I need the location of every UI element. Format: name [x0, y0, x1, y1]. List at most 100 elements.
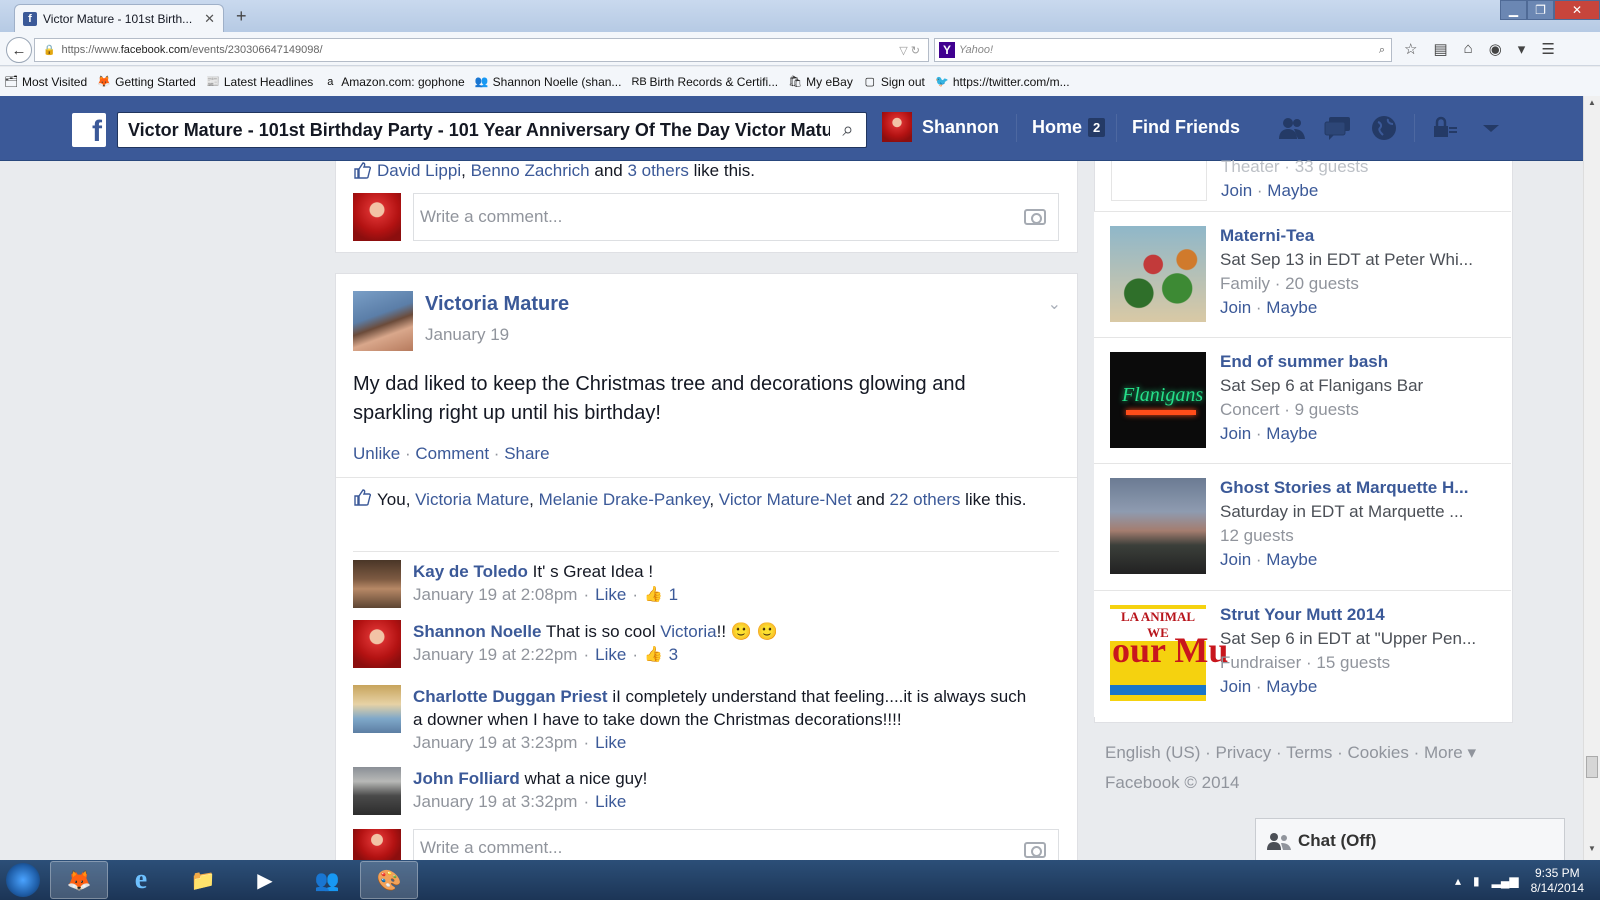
notifications-globe-icon[interactable] [1368, 114, 1400, 142]
event-thumbnail[interactable]: Flanigans [1110, 352, 1206, 448]
new-tab-button[interactable]: + [236, 6, 247, 27]
facebook-search-input[interactable]: Victor Mature - 101st Birthday Party - 1… [128, 120, 830, 141]
like-link[interactable]: Like [595, 731, 626, 754]
clock[interactable]: 9:35 PM 8/14/2014 [1531, 866, 1584, 896]
facebook-logo[interactable]: f [72, 113, 106, 147]
firefox-taskbar-icon[interactable]: 🦊 [50, 861, 108, 899]
internet-explorer-taskbar-icon[interactable]: e [112, 861, 170, 899]
comment-author[interactable]: Kay de Toledo [413, 562, 528, 581]
liker-link[interactable]: Benno Zachrich [471, 161, 590, 180]
bookmark-item[interactable]: 🐦 https://twitter.com/m... [935, 75, 1070, 89]
minimize-button[interactable]: ▁ [1500, 0, 1527, 20]
footer-link[interactable]: More ▾ [1424, 743, 1476, 762]
yahoo-icon[interactable]: Y [939, 42, 955, 58]
friend-requests-icon[interactable] [1276, 114, 1308, 142]
liker-link[interactable]: Melanie Drake-Pankey [539, 490, 710, 509]
comment-link[interactable]: Comment [415, 444, 489, 463]
like-count[interactable]: 1 [669, 583, 678, 606]
like-count[interactable]: 3 [669, 643, 678, 666]
home-link[interactable]: Home 2 [1032, 117, 1106, 138]
page-scrollbar[interactable]: ▲ ▼ [1583, 96, 1600, 860]
chevron-down-icon[interactable]: ⌄ [1048, 294, 1061, 314]
camera-icon[interactable] [1024, 842, 1046, 858]
find-friends-link[interactable]: Find Friends [1132, 117, 1240, 138]
share-link[interactable]: Share [504, 444, 549, 463]
bookmark-item[interactable]: 🗂 Most Visited [4, 75, 87, 89]
write-comment-input[interactable]: Write a comment... [413, 193, 1059, 241]
maximize-button[interactable]: ❐ [1527, 0, 1554, 20]
post-author[interactable]: Victoria Mature [425, 293, 569, 316]
bookmark-item[interactable]: RB Birth Records & Certifi... [631, 75, 778, 89]
maybe-link[interactable]: Maybe [1266, 424, 1317, 443]
liker-link[interactable]: Victor Mature-Net [719, 490, 852, 509]
commenter-avatar[interactable] [353, 767, 401, 815]
join-link[interactable]: Join [1220, 677, 1251, 696]
search-bar[interactable]: Y Yahoo! ⌕ [934, 38, 1392, 62]
event-name[interactable]: Strut Your Mutt 2014 [1220, 603, 1500, 627]
bookmark-item[interactable]: ▢ Sign out [863, 75, 925, 89]
liker-link[interactable]: David Lippi [377, 161, 461, 180]
address-bar[interactable]: 🔒 https://www.facebook.com/events/230306… [34, 38, 929, 62]
event-thumbnail[interactable] [1111, 161, 1207, 201]
file-explorer-taskbar-icon[interactable]: 📁 [174, 861, 232, 899]
bookmark-item[interactable]: 📰 Latest Headlines [206, 75, 313, 89]
liker-link[interactable]: Victoria Mature [415, 490, 529, 509]
maybe-link[interactable]: Maybe [1267, 181, 1318, 200]
event-name[interactable]: Ghost Stories at Marquette H... [1220, 476, 1500, 500]
event-name[interactable]: Materni-Tea [1220, 224, 1500, 248]
like-link[interactable]: Like [595, 583, 626, 606]
network-taskbar-icon[interactable]: 👥 [298, 861, 356, 899]
maybe-link[interactable]: Maybe [1266, 677, 1317, 696]
scroll-thumb[interactable] [1586, 756, 1598, 778]
post-date[interactable]: January 19 [425, 325, 509, 345]
comment-time[interactable]: January 19 at 2:08pm [413, 583, 577, 606]
profile-link[interactable]: Shannon [882, 112, 999, 142]
event-thumbnail[interactable]: LA ANIMAL WE our Mu [1110, 605, 1228, 701]
bookmark-item[interactable]: 🦊 Getting Started [97, 75, 196, 89]
mention-link[interactable]: Victoria [660, 622, 716, 641]
close-window-button[interactable]: ✕ [1554, 0, 1600, 20]
search-icon[interactable]: ⌕ [830, 119, 866, 142]
facebook-search[interactable]: Victor Mature - 101st Birthday Party - 1… [117, 112, 867, 148]
like-link[interactable]: Like [595, 643, 626, 666]
privacy-shortcuts-icon[interactable] [1429, 114, 1461, 142]
scroll-up-icon[interactable]: ▲ [1586, 98, 1598, 112]
footer-link[interactable]: English (US) [1105, 743, 1200, 762]
comment-author[interactable]: Shannon Noelle [413, 622, 541, 641]
join-link[interactable]: Join [1220, 550, 1251, 569]
media-player-taskbar-icon[interactable]: ▶ [236, 861, 294, 899]
comment-time[interactable]: January 19 at 2:22pm [413, 643, 577, 666]
browser-tab[interactable]: f Victor Mature - 101st Birth... ✕ [14, 4, 224, 32]
event-thumbnail[interactable] [1110, 226, 1206, 322]
join-link[interactable]: Join [1221, 181, 1252, 200]
comment-author[interactable]: John Folliard [413, 769, 520, 788]
start-button[interactable] [0, 860, 46, 900]
search-icon[interactable]: ⌕ [1379, 44, 1385, 57]
show-hidden-icons-icon[interactable]: ▴ [1455, 874, 1461, 888]
bookmark-star-icon[interactable]: ☆ [1404, 40, 1417, 58]
dropdown-icon[interactable]: ▾ [1518, 40, 1526, 58]
home-icon[interactable]: ⌂ [1464, 40, 1473, 58]
footer-link[interactable]: Privacy [1216, 743, 1272, 762]
liker-link[interactable]: 3 others [627, 161, 688, 180]
reload-icon[interactable]: ▽ ↻ [899, 44, 920, 57]
scroll-down-icon[interactable]: ▼ [1586, 844, 1598, 858]
event-name[interactable]: End of summer bash [1220, 350, 1500, 374]
account-menu-chevron-down-icon[interactable] [1475, 114, 1507, 142]
bookmarks-menu-icon[interactable]: ▤ [1433, 40, 1447, 58]
unlike-link[interactable]: Unlike [353, 444, 400, 463]
author-avatar[interactable] [353, 291, 413, 351]
bookmark-item[interactable]: 👥 Shannon Noelle (shan... [475, 75, 622, 89]
like-link[interactable]: Like [595, 790, 626, 813]
paint-taskbar-icon[interactable]: 🎨 [360, 861, 418, 899]
power-icon[interactable]: ▮ [1473, 874, 1480, 888]
close-tab-icon[interactable]: ✕ [204, 11, 215, 27]
back-button[interactable]: ← [6, 37, 32, 63]
join-link[interactable]: Join [1220, 424, 1251, 443]
join-link[interactable]: Join [1220, 298, 1251, 317]
footer-link[interactable]: Cookies [1347, 743, 1408, 762]
camera-icon[interactable] [1024, 209, 1046, 225]
comment-author[interactable]: Charlotte Duggan Priest [413, 687, 608, 706]
like-thumb-icon[interactable]: 👍 [644, 643, 663, 666]
liker-link[interactable]: 22 others [890, 490, 961, 509]
